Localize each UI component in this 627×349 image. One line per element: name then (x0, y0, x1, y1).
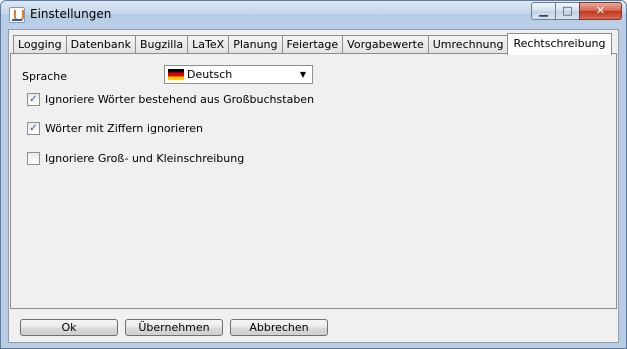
minimize-button[interactable]: ▁ (531, 2, 556, 20)
maximize-button[interactable]: □ (555, 2, 580, 20)
apply-button[interactable]: Übernehmen (125, 319, 223, 336)
germany-flag-icon (168, 69, 184, 80)
checkbox-ignore-digits[interactable]: ✓ (27, 122, 40, 135)
tab-feiertage[interactable]: Feiertage (281, 35, 344, 54)
dialog-content: Logging Datenbank Bugzilla LaTeX Planung… (8, 29, 619, 343)
settings-window: Einstellungen ▁ □ ✕ Logging Datenbank Bu… (0, 0, 627, 349)
title-bar[interactable]: Einstellungen ▁ □ ✕ (1, 1, 626, 29)
java-app-icon (9, 7, 25, 23)
tab-logging[interactable]: Logging (13, 35, 67, 54)
ok-button[interactable]: Ok (20, 319, 118, 336)
tab-panel-rechtschreibung: Sprache Deutsch ▼ ✓ Ignoriere Wörter bes… (10, 53, 617, 309)
option-label-ignore-digits[interactable]: Wörter mit Ziffern ignorieren (45, 122, 203, 135)
language-label: Sprache (22, 70, 68, 83)
checkbox-ignore-case[interactable] (27, 152, 40, 165)
button-bar: Ok Übernehmen Abbrechen (10, 311, 617, 341)
tab-vorgabewerte[interactable]: Vorgabewerte (342, 35, 429, 54)
window-title: Einstellungen (30, 7, 112, 21)
tab-rechtschreibung[interactable]: Rechtschreibung (507, 33, 612, 55)
tab-strip: Logging Datenbank Bugzilla LaTeX Planung… (13, 33, 612, 55)
option-label-ignore-uppercase[interactable]: Ignoriere Wörter bestehend aus Großbuchs… (45, 93, 314, 106)
language-select[interactable]: Deutsch ▼ (164, 65, 313, 84)
checkbox-ignore-uppercase[interactable]: ✓ (27, 93, 40, 106)
tab-datenbank[interactable]: Datenbank (65, 35, 136, 54)
cancel-button[interactable]: Abbrechen (230, 319, 328, 336)
chevron-down-icon[interactable]: ▼ (296, 68, 310, 81)
tab-planung[interactable]: Planung (228, 35, 283, 54)
close-button[interactable]: ✕ (579, 2, 622, 20)
option-label-ignore-case[interactable]: Ignoriere Groß- und Kleinschreibung (45, 152, 244, 165)
tab-bugzilla[interactable]: Bugzilla (134, 35, 189, 54)
tab-latex[interactable]: LaTeX (187, 35, 230, 54)
tab-umrechnung[interactable]: Umrechnung (427, 35, 509, 54)
language-select-value: Deutsch (187, 68, 233, 81)
